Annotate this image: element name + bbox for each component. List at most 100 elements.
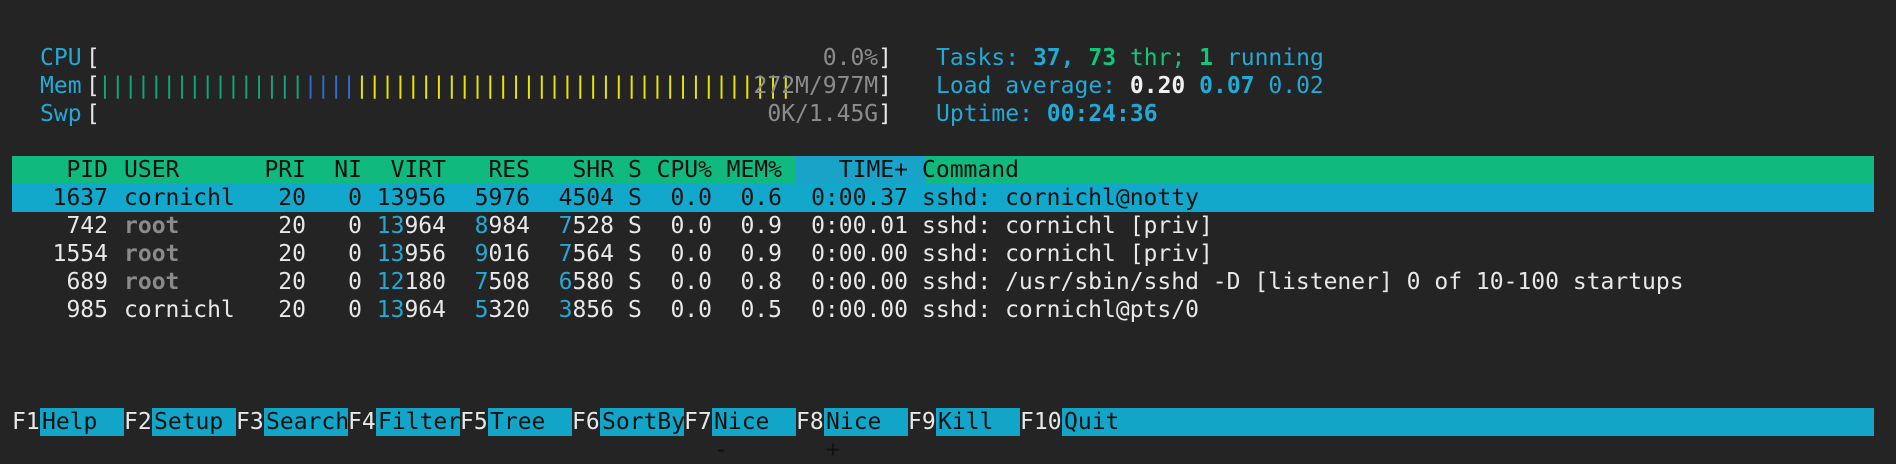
swp-meter-value-wrap: 0K/1.45G]	[767, 100, 892, 128]
cell-command: sshd: /usr/sbin/sshd -D [listener] 0 of …	[922, 269, 1684, 295]
process-row[interactable]: 742 root 20 0 13964 8984 7528 S 0.0 0.9 0:00.01 ssh…	[12, 212, 1874, 240]
cell-ni: 0	[348, 297, 362, 323]
cell-time: 0:00.00	[811, 241, 908, 267]
fkey-action-filter[interactable]: Filter	[376, 408, 461, 436]
fkey-action-search[interactable]: Search	[264, 408, 349, 436]
uptime-value: 00:24:36	[1046, 101, 1158, 127]
load-label: Load average:	[936, 73, 1117, 99]
load-15min: 0.02	[1268, 73, 1324, 99]
cell-ni: 0	[348, 269, 362, 295]
cell-command: sshd: cornichl@notty	[922, 185, 1199, 211]
cell-time: 0:00.37	[811, 185, 908, 211]
function-key-bar: F1 Help F2 Setup F3 Search F4 Filter F5 Tree F6 Sor…	[12, 408, 1874, 463]
column-header-mem: MEM%	[726, 157, 782, 183]
threads-count: 73	[1088, 45, 1117, 71]
cell-state: S	[628, 297, 642, 323]
cell-res: 5320	[474, 297, 530, 323]
cell-shr: 3856	[558, 297, 614, 323]
cell-pid: 689	[66, 269, 108, 295]
cell-user: root	[124, 213, 180, 239]
cell-command: sshd: cornichl [priv]	[922, 241, 1213, 267]
process-table-header: PID USER PRI NI VIRT RES SHR S CPU% MEM% TIME+ Comm…	[12, 156, 1874, 184]
process-row[interactable]: 689 root 20 0 12180 7508 6580 S 0.0 0.8 0:00.00 ssh…	[12, 268, 1874, 296]
cpu-meter-close-bracket: ]	[878, 45, 892, 71]
column-header-shr: SHR	[572, 157, 614, 183]
cell-command: sshd: cornichl [priv]	[922, 213, 1213, 239]
fkey-f3[interactable]: F3	[236, 408, 264, 436]
cell-shr: 7564	[558, 241, 614, 267]
cell-virt: 13956	[376, 241, 446, 267]
cell-virt: 12180	[376, 269, 446, 295]
cell-time: 0:00.01	[811, 213, 908, 239]
process-row[interactable]: 985 cornichl 20 0 13964 5320 3856 S 0.0 0.5 0:00.0…	[12, 296, 1874, 324]
cell-mem: 0.6	[740, 185, 782, 211]
column-header-command: Command	[922, 157, 1019, 183]
cell-mem: 0.5	[740, 297, 782, 323]
cell-state: S	[628, 269, 642, 295]
uptime-label: Uptime:	[936, 101, 1033, 127]
fkey-action-help[interactable]: Help	[40, 408, 124, 436]
cpu-meter-label: CPU	[40, 45, 82, 71]
cell-cpu: 0.0	[670, 297, 712, 323]
cell-mem: 0.9	[740, 241, 782, 267]
cell-ni: 0	[348, 241, 362, 267]
running-count: 1	[1199, 45, 1214, 71]
cell-res: 9016	[474, 241, 530, 267]
cell-time: 0:00.00	[811, 269, 908, 295]
cell-state: S	[628, 241, 642, 267]
fkey-action-kill[interactable]: Kill	[936, 408, 1020, 436]
mem-meter-close-bracket: ]	[878, 73, 892, 99]
column-header-state: S	[628, 157, 642, 183]
fkey-f4[interactable]: F4	[348, 408, 376, 436]
fkey-f5[interactable]: F5	[460, 408, 488, 436]
load-average: Load average: 0.20 0.07 0.02	[936, 72, 1324, 100]
cell-res: 7508	[474, 269, 530, 295]
cell-user: cornichl	[124, 185, 235, 211]
fkey-action-quit[interactable]: Quit	[1062, 408, 1874, 436]
swp-meter-label: Swp	[40, 101, 82, 127]
fkey-f6[interactable]: F6	[572, 408, 600, 436]
mem-bar-buffers: ||||	[303, 73, 356, 99]
cell-virt: 13964	[376, 213, 446, 239]
process-row[interactable]: 1554 root 20 0 13956 9016 7564 S 0.0 0.9 0:00.00 ss…	[12, 240, 1874, 268]
cpu-meter: CPU [ 0.0%]	[40, 44, 892, 72]
fkey-action-tree[interactable]: Tree	[488, 408, 572, 436]
cell-state: S	[628, 213, 642, 239]
fkey-f7[interactable]: F7	[684, 408, 712, 436]
cpu-meter-open-bracket: [	[86, 45, 100, 71]
cell-shr: 6580	[558, 269, 614, 295]
fkey-action-nice[interactable]: Nice -	[712, 408, 796, 463]
cell-shr: 4504	[558, 185, 614, 211]
fkey-f9[interactable]: F9	[908, 408, 936, 436]
fkey-action-setup[interactable]: Setup	[152, 408, 236, 436]
cell-cpu: 0.0	[670, 213, 712, 239]
fkey-f10[interactable]: F10	[1020, 408, 1062, 436]
fkey-f1[interactable]: F1	[12, 408, 40, 436]
mem-meter-value: 272M/977M	[753, 73, 879, 99]
fkey-action-sortby[interactable]: SortBy	[600, 408, 685, 436]
cell-pid: 742	[66, 213, 108, 239]
cell-state: S	[628, 185, 642, 211]
process-row-selected[interactable]: 1637 cornichl 20 0 13956 5976 4504 S 0.0 0.6 0:00.…	[12, 184, 1874, 212]
cell-user: root	[124, 269, 180, 295]
cell-pid: 985	[66, 297, 108, 323]
fkey-f8[interactable]: F8	[796, 408, 824, 436]
cell-pri: 20	[278, 241, 306, 267]
mem-bar-used: ||||||||||||||||	[98, 73, 305, 99]
cell-command: sshd: cornichl@pts/0	[922, 297, 1199, 323]
cell-pri: 20	[278, 185, 306, 211]
column-header-ni: NI	[334, 157, 362, 183]
tasks-label: Tasks:	[936, 45, 1020, 71]
uptime: Uptime: 00:24:36	[936, 100, 1158, 128]
swp-meter-open-bracket: [	[86, 101, 100, 127]
cell-virt: 13956	[376, 185, 446, 211]
cell-mem: 0.9	[740, 213, 782, 239]
mem-meter: Mem [ ||||||||||||||||||||||||||||||||||…	[40, 72, 892, 100]
cpu-meter-value-wrap: 0.0%]	[823, 44, 892, 72]
cell-time: 0:00.00	[811, 297, 908, 323]
swp-meter: Swp [ 0K/1.45G]	[40, 100, 892, 128]
swp-meter-close-bracket: ]	[878, 101, 892, 127]
fkey-action-nice[interactable]: Nice +	[824, 408, 908, 463]
cpu-meter-value: 0.0%	[822, 45, 879, 71]
fkey-f2[interactable]: F2	[124, 408, 152, 436]
